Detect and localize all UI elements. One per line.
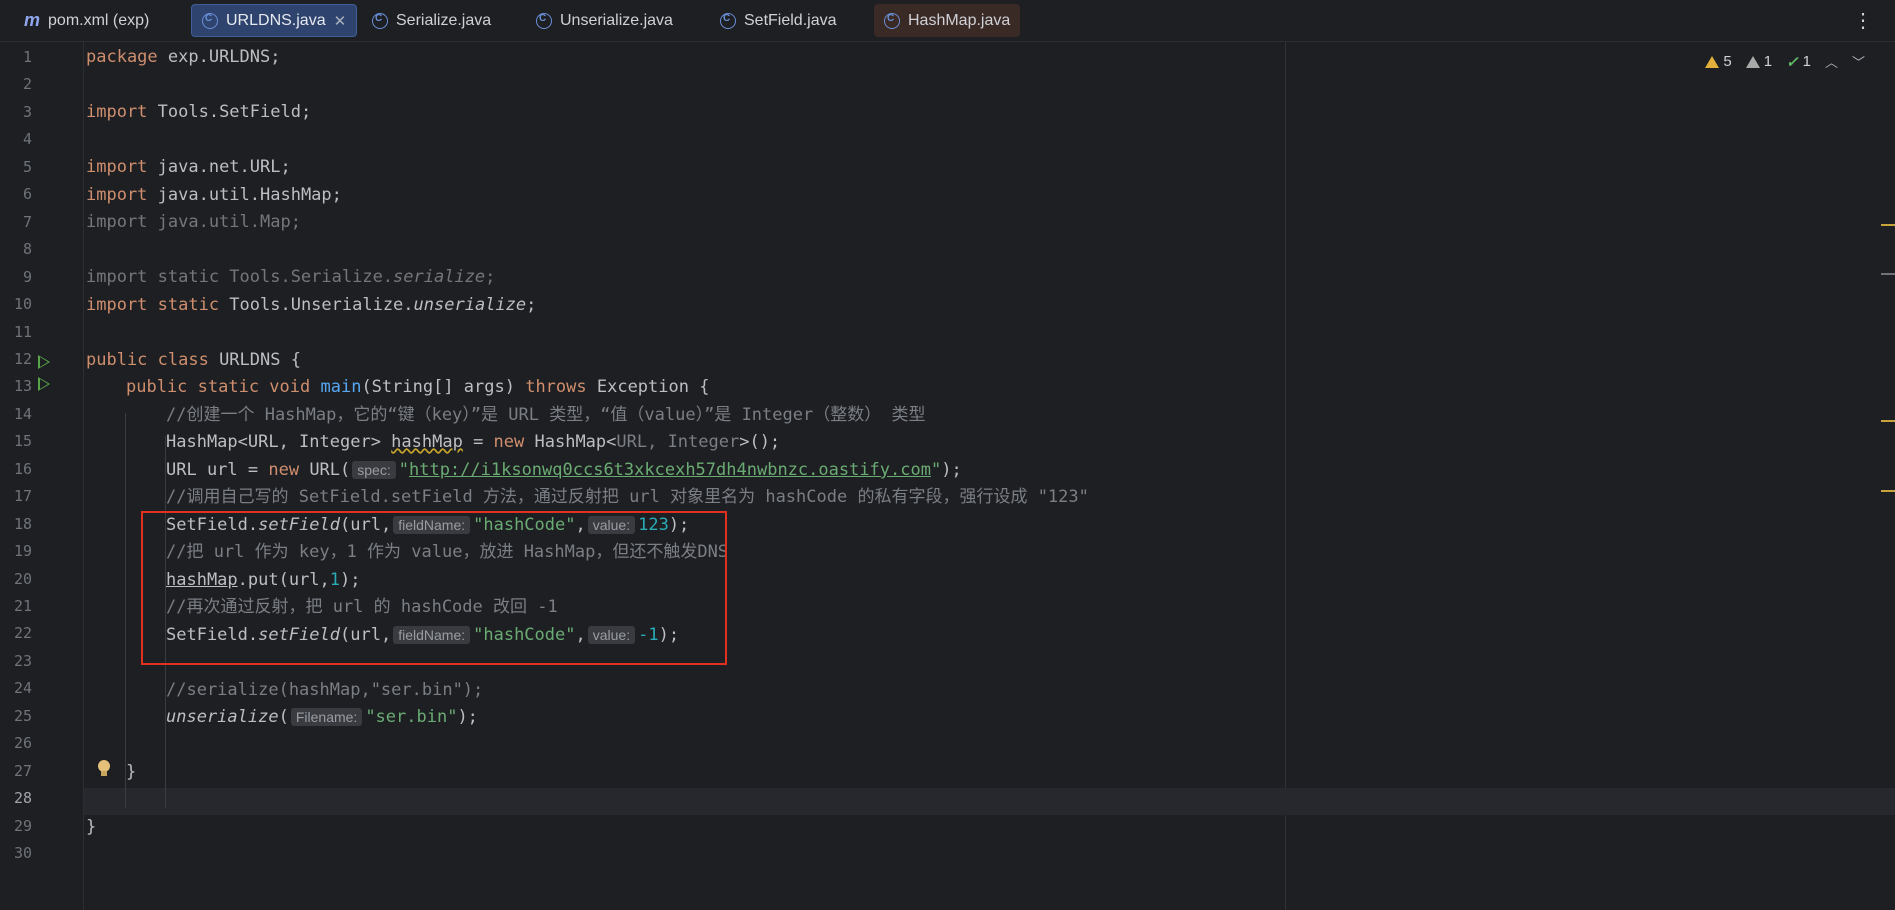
line-number: 16 (13, 459, 32, 478)
more-options-icon[interactable]: ⋮ (1853, 8, 1873, 33)
code-line-15: HashMap<URL, Integer> hashMap = new Hash… (166, 432, 781, 452)
tab-label: Serialize.java (396, 11, 492, 29)
line-number: 5 (22, 157, 32, 176)
line-number: 15 (13, 432, 32, 451)
highlight-annotation-box (141, 511, 727, 665)
code-line-29: } (86, 817, 97, 837)
java-class-icon (884, 12, 900, 29)
editor-tab-bar: m pom.xml (exp) URLDNS.java ✕ Serialize.… (0, 0, 1895, 42)
line-number: 18 (13, 514, 32, 533)
tab-label: HashMap.java (908, 11, 1011, 29)
java-class-icon (536, 12, 552, 29)
line-number: 2 (22, 75, 32, 94)
line-number: 17 (13, 487, 32, 506)
line-number: 24 (13, 679, 32, 698)
line-number: 30 (13, 844, 32, 863)
line-number: 8 (22, 240, 32, 259)
next-highlight-icon[interactable]: ﹀ (1852, 52, 1865, 71)
code-line-14: //创建一个 HashMap，它的“键（key）”是 URL 类型，“值（val… (166, 405, 926, 425)
tab-label: Unserialize.java (560, 11, 673, 29)
line-number: 4 (22, 130, 32, 149)
warning-marker[interactable] (1881, 490, 1895, 492)
code-line-25: unserialize(Filename: "ser.bin"); (166, 707, 478, 727)
indent-guide (125, 413, 126, 808)
maven-file-icon: m (24, 10, 41, 30)
warnings-count[interactable]: 5 (1705, 53, 1732, 70)
line-number: 3 (22, 102, 32, 121)
line-number: 10 (13, 295, 32, 314)
line-number: 27 (13, 761, 32, 780)
inspection-widget[interactable]: 5 1 ✓ 1 ︿ ﹀ (1705, 52, 1865, 71)
line-number: 22 (13, 624, 32, 643)
code-line-5: import java.net.URL; (86, 157, 291, 177)
run-class-icon[interactable] (38, 355, 50, 369)
close-tab-icon[interactable]: ✕ (334, 12, 347, 30)
weak-warning-icon (1745, 55, 1760, 68)
line-number: 19 (13, 542, 32, 561)
line-number: 21 (13, 597, 32, 615)
code-line-17: //调用自己写的 SetField.setField 方法，通过反射把 url … (166, 487, 1089, 507)
param-hint: spec: (352, 461, 396, 479)
warning-marker[interactable] (1881, 273, 1895, 275)
url-link[interactable]: http://i1ksonwq0ccs6t3xkcexh57dh4nwbnzc.… (409, 460, 931, 480)
code-line-9: import static Tools.Serialize.serialize; (86, 267, 496, 287)
warning-icon (1705, 55, 1720, 68)
param-hint: Filename: (290, 708, 363, 726)
line-number: 13 (13, 377, 32, 396)
tab-pom-xml[interactable]: m pom.xml (exp) (14, 4, 159, 37)
line-number-gutter: 1 2 3 4 5 6 7 8 9 10 11 12 13 14 15 16 17 18 19 20 21 22 23 24 2… (0, 42, 110, 910)
tab-unserialize-java[interactable]: Unserialize.java (526, 4, 683, 37)
code-line-7: import java.util.Map; (86, 212, 301, 232)
code-line-6: import java.util.HashMap; (86, 185, 342, 205)
line-number: 23 (13, 651, 32, 670)
code-line-3: import Tools.SetField; (86, 102, 312, 122)
java-class-icon (372, 12, 388, 29)
tab-label: pom.xml (exp) (48, 11, 150, 29)
line-number: 20 (13, 569, 32, 588)
ok-count[interactable]: ✓ 1 (1786, 53, 1811, 71)
run-main-icon[interactable] (38, 377, 50, 391)
code-line-10: import static Tools.Unserialize.unserial… (86, 295, 537, 315)
check-icon: ✓ (1786, 53, 1799, 71)
java-class-icon (720, 12, 736, 29)
line-number: 7 (22, 212, 32, 231)
code-line-27: } (126, 762, 137, 782)
code-line-1: package exp.URLDNS; (86, 47, 281, 67)
tab-setfield-java[interactable]: SetField.java (710, 4, 847, 37)
warning-marker[interactable] (1881, 420, 1895, 422)
code-line-16: URL url = new URL(spec: "http://i1ksonwq0… (166, 460, 962, 480)
editor-scrollbar[interactable] (1881, 42, 1895, 910)
line-number: 29 (13, 816, 32, 835)
line-number: 25 (13, 706, 32, 725)
code-line-13: public static void main(String[] args) t… (126, 377, 710, 397)
line-number: 9 (22, 267, 32, 286)
tab-label: URLDNS.java (226, 11, 326, 29)
code-line-12: public class URLDNS { (86, 350, 301, 370)
previous-highlight-icon[interactable]: ︿ (1825, 52, 1838, 71)
weak-warnings-count[interactable]: 1 (1745, 53, 1772, 70)
code-line-24: //serialize(hashMap,"ser.bin"); (166, 680, 484, 700)
line-number: 11 (13, 322, 32, 341)
tab-label: SetField.java (744, 11, 837, 29)
line-number: 6 (22, 185, 32, 204)
code-editor[interactable]: package exp.URLDNS; import Tools.SetFiel… (84, 42, 1895, 910)
warning-marker[interactable] (1881, 224, 1895, 226)
tab-hashmap-java[interactable]: HashMap.java (874, 4, 1021, 37)
java-class-icon (202, 12, 218, 29)
current-line-highlight (84, 788, 1895, 815)
tab-urldns-java[interactable]: URLDNS.java ✕ (191, 4, 358, 37)
line-number: 12 (13, 349, 32, 368)
line-number: 14 (13, 404, 32, 423)
tab-serialize-java[interactable]: Serialize.java (362, 4, 501, 37)
line-number: 1 (22, 48, 32, 66)
line-number: 26 (13, 734, 32, 753)
line-number: 28 (13, 789, 32, 808)
